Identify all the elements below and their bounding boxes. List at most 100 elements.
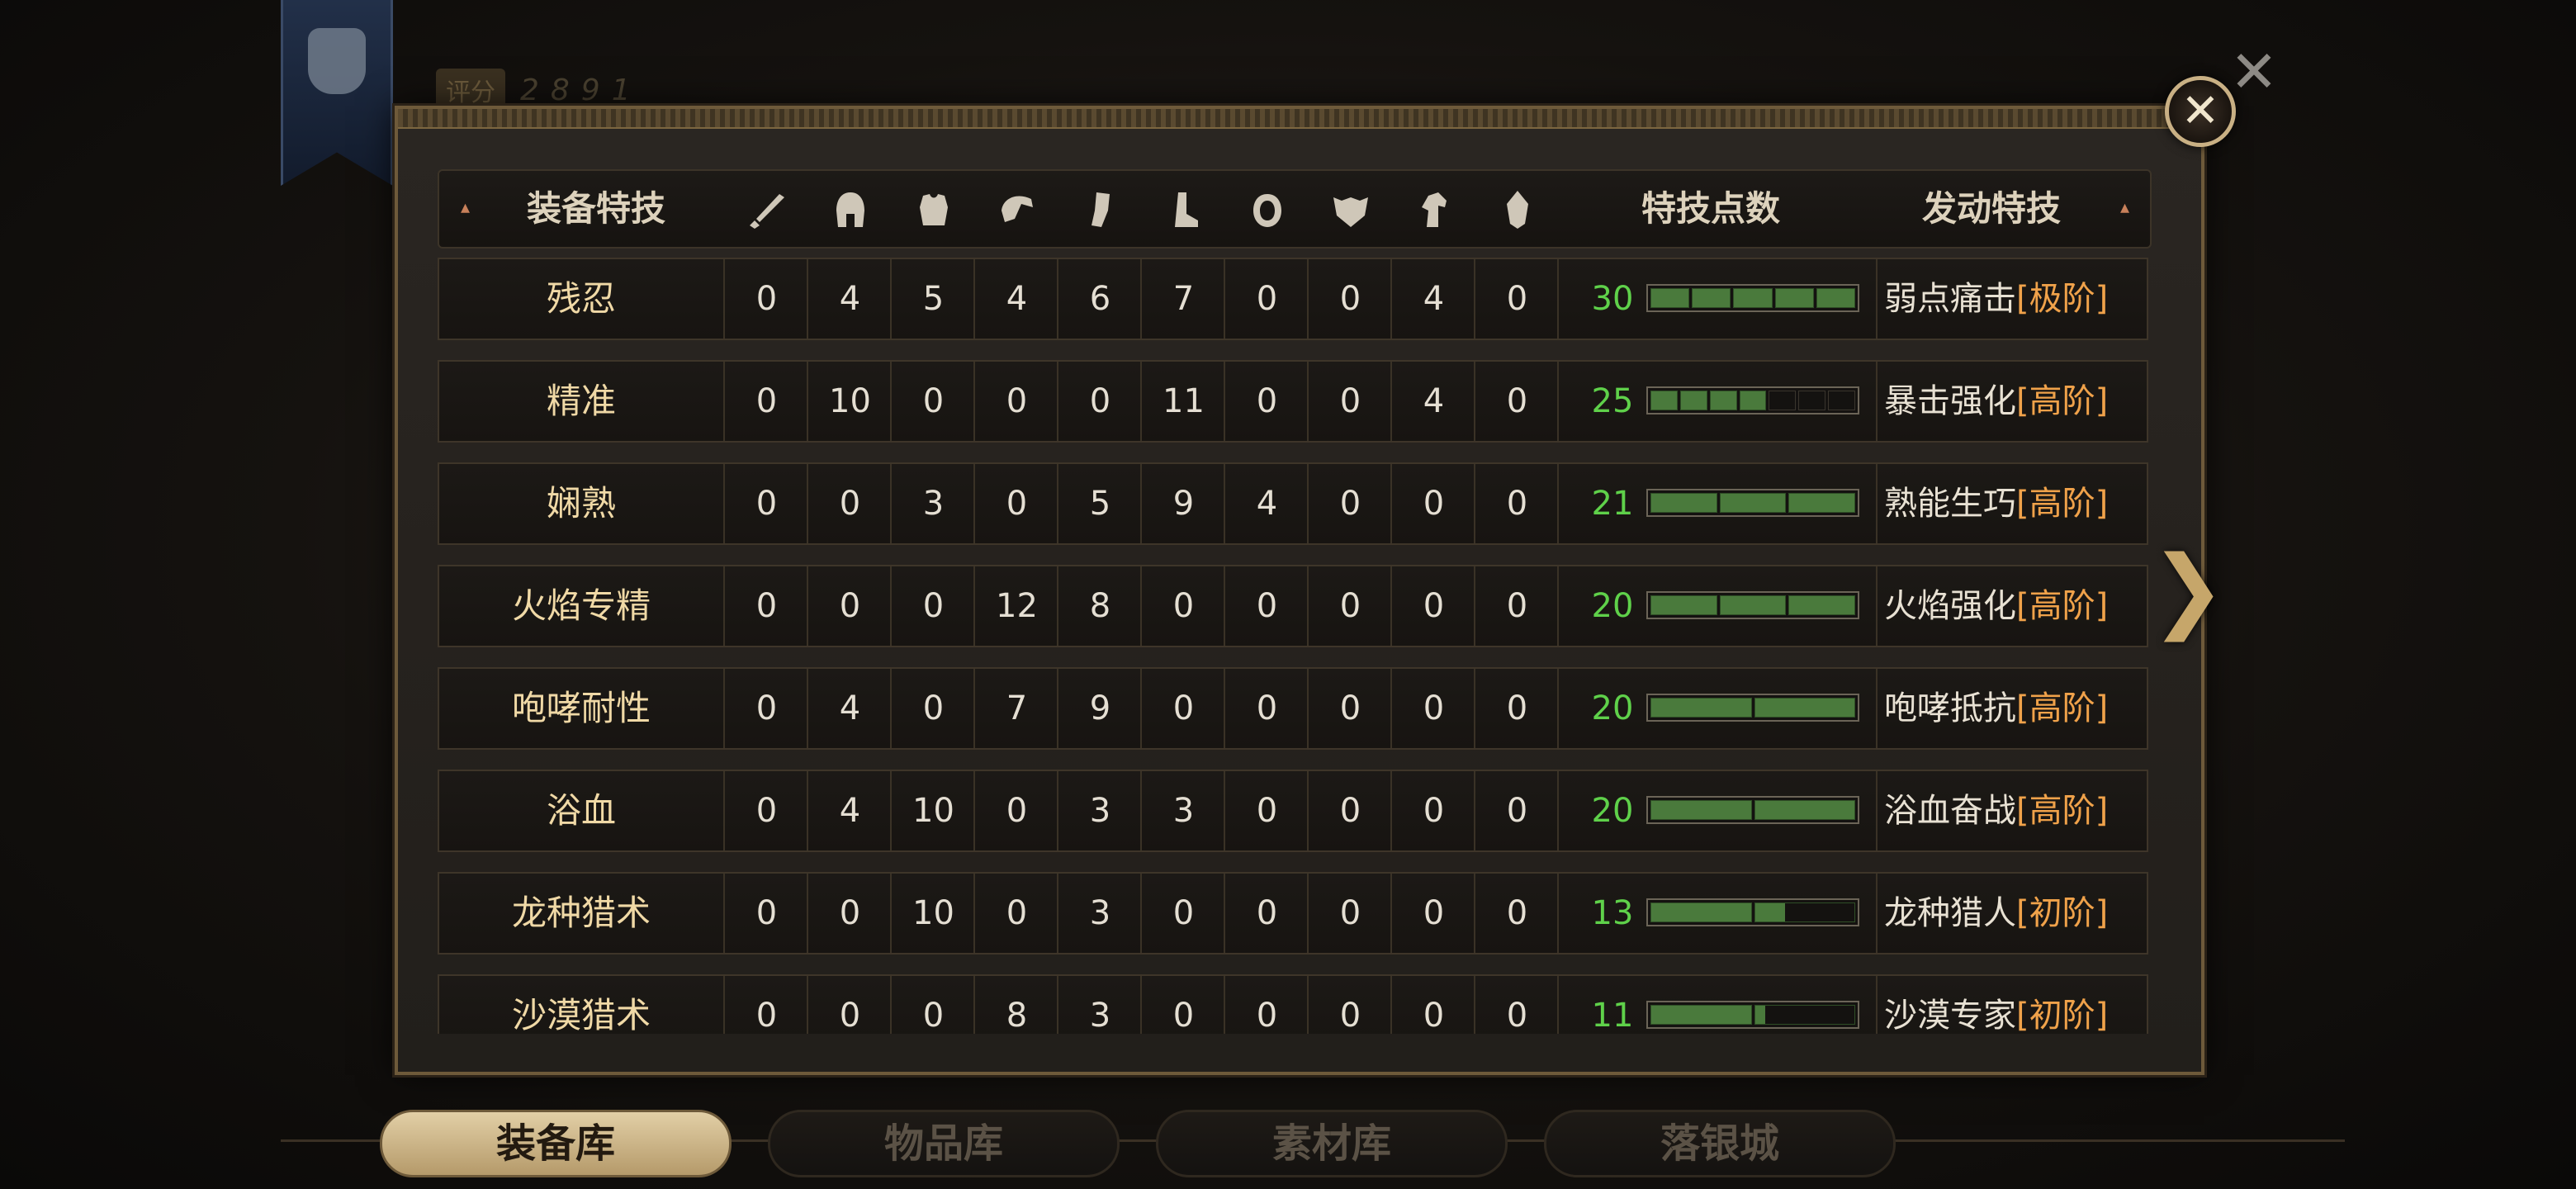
sword-icon [743, 186, 791, 234]
progress-segment [1650, 902, 1752, 922]
slot-value: 0 [1256, 894, 1278, 932]
slot-value: 10 [829, 382, 871, 420]
slot-value: 0 [1256, 997, 1278, 1034]
table-row[interactable]: 娴熟 0 0 3 0 5 9 4 0 0 0 21 熟能生巧[高阶] [438, 462, 2148, 545]
tab-1[interactable]: 物品库 [768, 1110, 1120, 1177]
table-row[interactable]: 浴血 0 4 10 0 3 3 0 0 0 0 20 浴血奋战[高阶] [438, 770, 2148, 852]
progress-segment [1650, 391, 1678, 410]
helmet-icon [826, 186, 874, 234]
progress-segment [1650, 800, 1752, 820]
table-row[interactable]: 残忍 0 4 5 4 6 7 0 0 4 0 30 弱点痛击[极阶] [438, 258, 2148, 340]
header-skill-name[interactable]: 装备特技 [472, 171, 720, 247]
active-skill[interactable]: 火焰强化[高阶] [1884, 566, 2108, 646]
skill-name: 精准 [546, 381, 616, 421]
skill-progress-bar [1646, 1001, 1859, 1029]
panel-ornament-border [398, 109, 2201, 129]
slot-value: 5 [922, 280, 945, 318]
skills-table-body[interactable]: 残忍 0 4 5 4 6 7 0 0 4 0 30 弱点痛击[极阶] 精准 0 10 0 0 0 11 0 0 4 0 25 暴击… [438, 258, 2148, 1034]
slot-value: 0 [1256, 587, 1278, 625]
slot-value: 0 [1006, 792, 1028, 830]
slot-value: 3 [1089, 997, 1111, 1034]
skill-tier: [高阶] [2016, 689, 2109, 727]
slot-value: 5 [1089, 485, 1111, 523]
slot-value: 0 [1339, 280, 1361, 318]
table-row[interactable]: 龙种猎术 0 0 10 0 3 0 0 0 0 0 13 龙种猎人[初阶] [438, 872, 2148, 955]
slot-value: 0 [755, 382, 778, 420]
slot-value: 0 [755, 894, 778, 932]
slot-value: 0 [1423, 587, 1445, 625]
slot-value: 0 [922, 997, 945, 1034]
sort-right-icon[interactable]: ▴ [2120, 199, 2137, 217]
progress-segment [1650, 595, 1717, 615]
slot-value: 0 [1256, 792, 1278, 830]
slot-value: 0 [1256, 280, 1278, 318]
background-close-icon[interactable]: ✕ [2225, 43, 2283, 101]
slot-value: 0 [839, 894, 861, 932]
progress-segment [1754, 902, 1855, 922]
slot-value: 4 [1423, 280, 1445, 318]
slot-value: 3 [1089, 792, 1111, 830]
active-skill[interactable]: 龙种猎人[初阶] [1884, 874, 2108, 953]
skill-name: 龙种猎术 [511, 893, 651, 933]
boots-icon [1160, 186, 1208, 234]
tab-3[interactable]: 落银城 [1544, 1110, 1896, 1177]
header-active-skill[interactable]: 发动特技 [1868, 171, 2115, 247]
skill-points: 20 [1591, 792, 1634, 830]
table-row[interactable]: 咆哮耐性 0 4 0 7 9 0 0 0 0 0 20 咆哮抵抗[高阶] [438, 667, 2148, 750]
column-divider [1876, 566, 1878, 646]
table-row[interactable]: 精准 0 10 0 0 0 11 0 0 4 0 25 暴击强化[高阶] [438, 360, 2148, 443]
slot-value: 0 [922, 587, 945, 625]
ring-icon [1243, 186, 1291, 234]
active-skill-name: 咆哮抵抗 [1884, 689, 2016, 727]
slot-value: 0 [1006, 485, 1028, 523]
skill-progress-bar [1646, 898, 1859, 926]
slot-value: 9 [1172, 485, 1195, 523]
tab-0[interactable]: 装备库 [380, 1110, 732, 1177]
slot-value: 0 [1256, 382, 1278, 420]
active-skill-name: 沙漠专家 [1884, 997, 2016, 1034]
slot-value: 6 [1089, 280, 1111, 318]
slot-value: 0 [755, 792, 778, 830]
skill-points: 25 [1591, 382, 1634, 420]
progress-segment [1816, 288, 1856, 308]
slot-value: 0 [1172, 997, 1195, 1034]
column-divider [1876, 976, 1878, 1034]
slot-value: 8 [1089, 587, 1111, 625]
active-skill[interactable]: 熟能生巧[高阶] [1884, 464, 2108, 543]
table-row[interactable]: 火焰专精 0 0 0 12 8 0 0 0 0 0 20 火焰强化[高阶] [438, 565, 2148, 647]
next-page-arrow-icon[interactable]: ❯ [2150, 543, 2226, 634]
slot-value: 0 [1339, 997, 1361, 1034]
header-skill-points[interactable]: 特技点数 [1587, 171, 1835, 247]
slot-value: 0 [1339, 382, 1361, 420]
slot-value: 0 [1506, 997, 1528, 1034]
slot-value: 4 [1256, 485, 1278, 523]
skill-tier: [高阶] [2016, 382, 2109, 420]
skill-tier: [高阶] [2016, 485, 2109, 523]
tab-2[interactable]: 素材库 [1156, 1110, 1508, 1177]
table-header: ▴ 装备特技 特技点数 发动特技 ▴ [438, 169, 2152, 249]
slot-value: 0 [755, 280, 778, 318]
skill-progress-bar [1646, 796, 1859, 824]
slot-value: 0 [1172, 689, 1195, 727]
slot-value: 0 [839, 997, 861, 1034]
active-skill[interactable]: 浴血奋战[高阶] [1884, 771, 2108, 850]
column-divider [1876, 362, 1878, 441]
progress-segment [1739, 391, 1767, 410]
skill-tier: [极阶] [2016, 280, 2109, 318]
score-value: 2891 [520, 73, 642, 107]
chest-armor-icon [910, 186, 958, 234]
table-row[interactable]: 沙漠猎术 0 0 0 8 3 0 0 0 0 0 11 沙漠专家[初阶] [438, 974, 2148, 1034]
active-skill-name: 熟能生巧 [1884, 485, 2016, 523]
slot-value: 4 [1423, 382, 1445, 420]
active-skill[interactable]: 弱点痛击[极阶] [1884, 259, 2108, 339]
slot-value: 0 [922, 382, 945, 420]
slot-value: 0 [1339, 894, 1361, 932]
progress-segment [1788, 493, 1856, 513]
slot-value: 0 [1339, 587, 1361, 625]
active-skill[interactable]: 暴击强化[高阶] [1884, 362, 2108, 441]
skill-points: 13 [1591, 894, 1634, 932]
active-skill[interactable]: 沙漠专家[初阶] [1884, 976, 2108, 1034]
close-button[interactable]: ✕ [2165, 76, 2236, 147]
active-skill[interactable]: 咆哮抵抗[高阶] [1884, 669, 2108, 748]
amulet-icon [1494, 186, 1541, 234]
